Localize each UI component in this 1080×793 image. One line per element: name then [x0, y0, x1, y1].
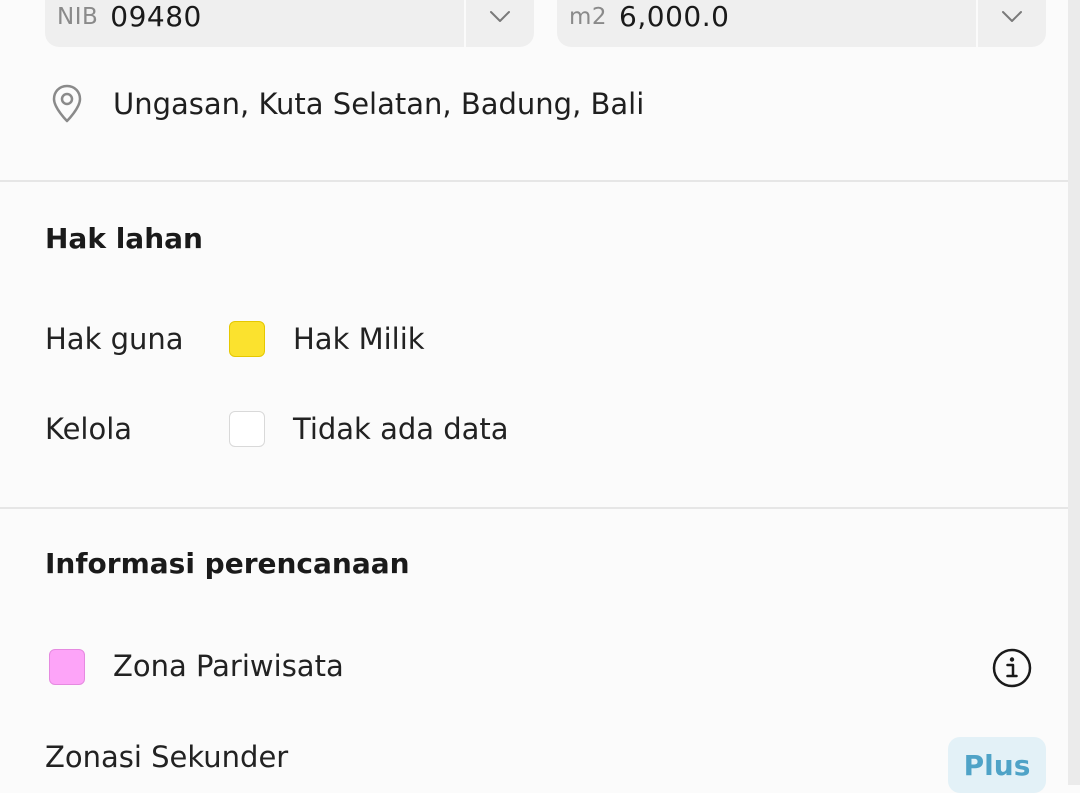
- area-value: 6,000.0: [619, 0, 730, 33]
- hak-milik-swatch: [229, 321, 265, 357]
- hak-guna-value: Hak Milik: [293, 322, 425, 356]
- zona-pariwisata-swatch: [49, 649, 85, 685]
- location-text: Ungasan, Kuta Selatan, Badung, Bali: [113, 87, 645, 121]
- location-pin-icon: [50, 84, 84, 124]
- kelola-label: Kelola: [45, 412, 133, 446]
- nib-dropdown[interactable]: NIB 09480: [45, 0, 534, 47]
- chevron-down-icon: [1002, 10, 1022, 22]
- zone-label: Zona Pariwisata: [113, 649, 344, 683]
- section-divider: [0, 180, 1068, 182]
- secondary-zoning-label: Zonasi Sekunder: [45, 740, 289, 774]
- nib-value: 09480: [110, 0, 202, 33]
- zone-info-button[interactable]: [992, 648, 1032, 688]
- kelola-value: Tidak ada data: [293, 412, 509, 446]
- hak-guna-label: Hak guna: [45, 322, 184, 356]
- nib-prefix: NIB: [57, 3, 99, 30]
- area-dropdown[interactable]: m2 6,000.0: [557, 0, 1046, 47]
- tidak-ada-data-swatch: [229, 411, 265, 447]
- area-dropdown-toggle[interactable]: [978, 0, 1046, 47]
- nib-dropdown-toggle[interactable]: [466, 0, 534, 47]
- chevron-down-icon: [490, 10, 510, 22]
- area-unit: m2: [569, 3, 608, 30]
- section-divider: [0, 507, 1068, 509]
- scrollbar-track[interactable]: [1068, 0, 1080, 785]
- info-icon: [992, 648, 1032, 688]
- location-row: Ungasan, Kuta Selatan, Badung, Bali: [50, 84, 644, 124]
- land-rights-title: Hak lahan: [45, 222, 203, 255]
- planning-title: Informasi perencanaan: [45, 547, 410, 580]
